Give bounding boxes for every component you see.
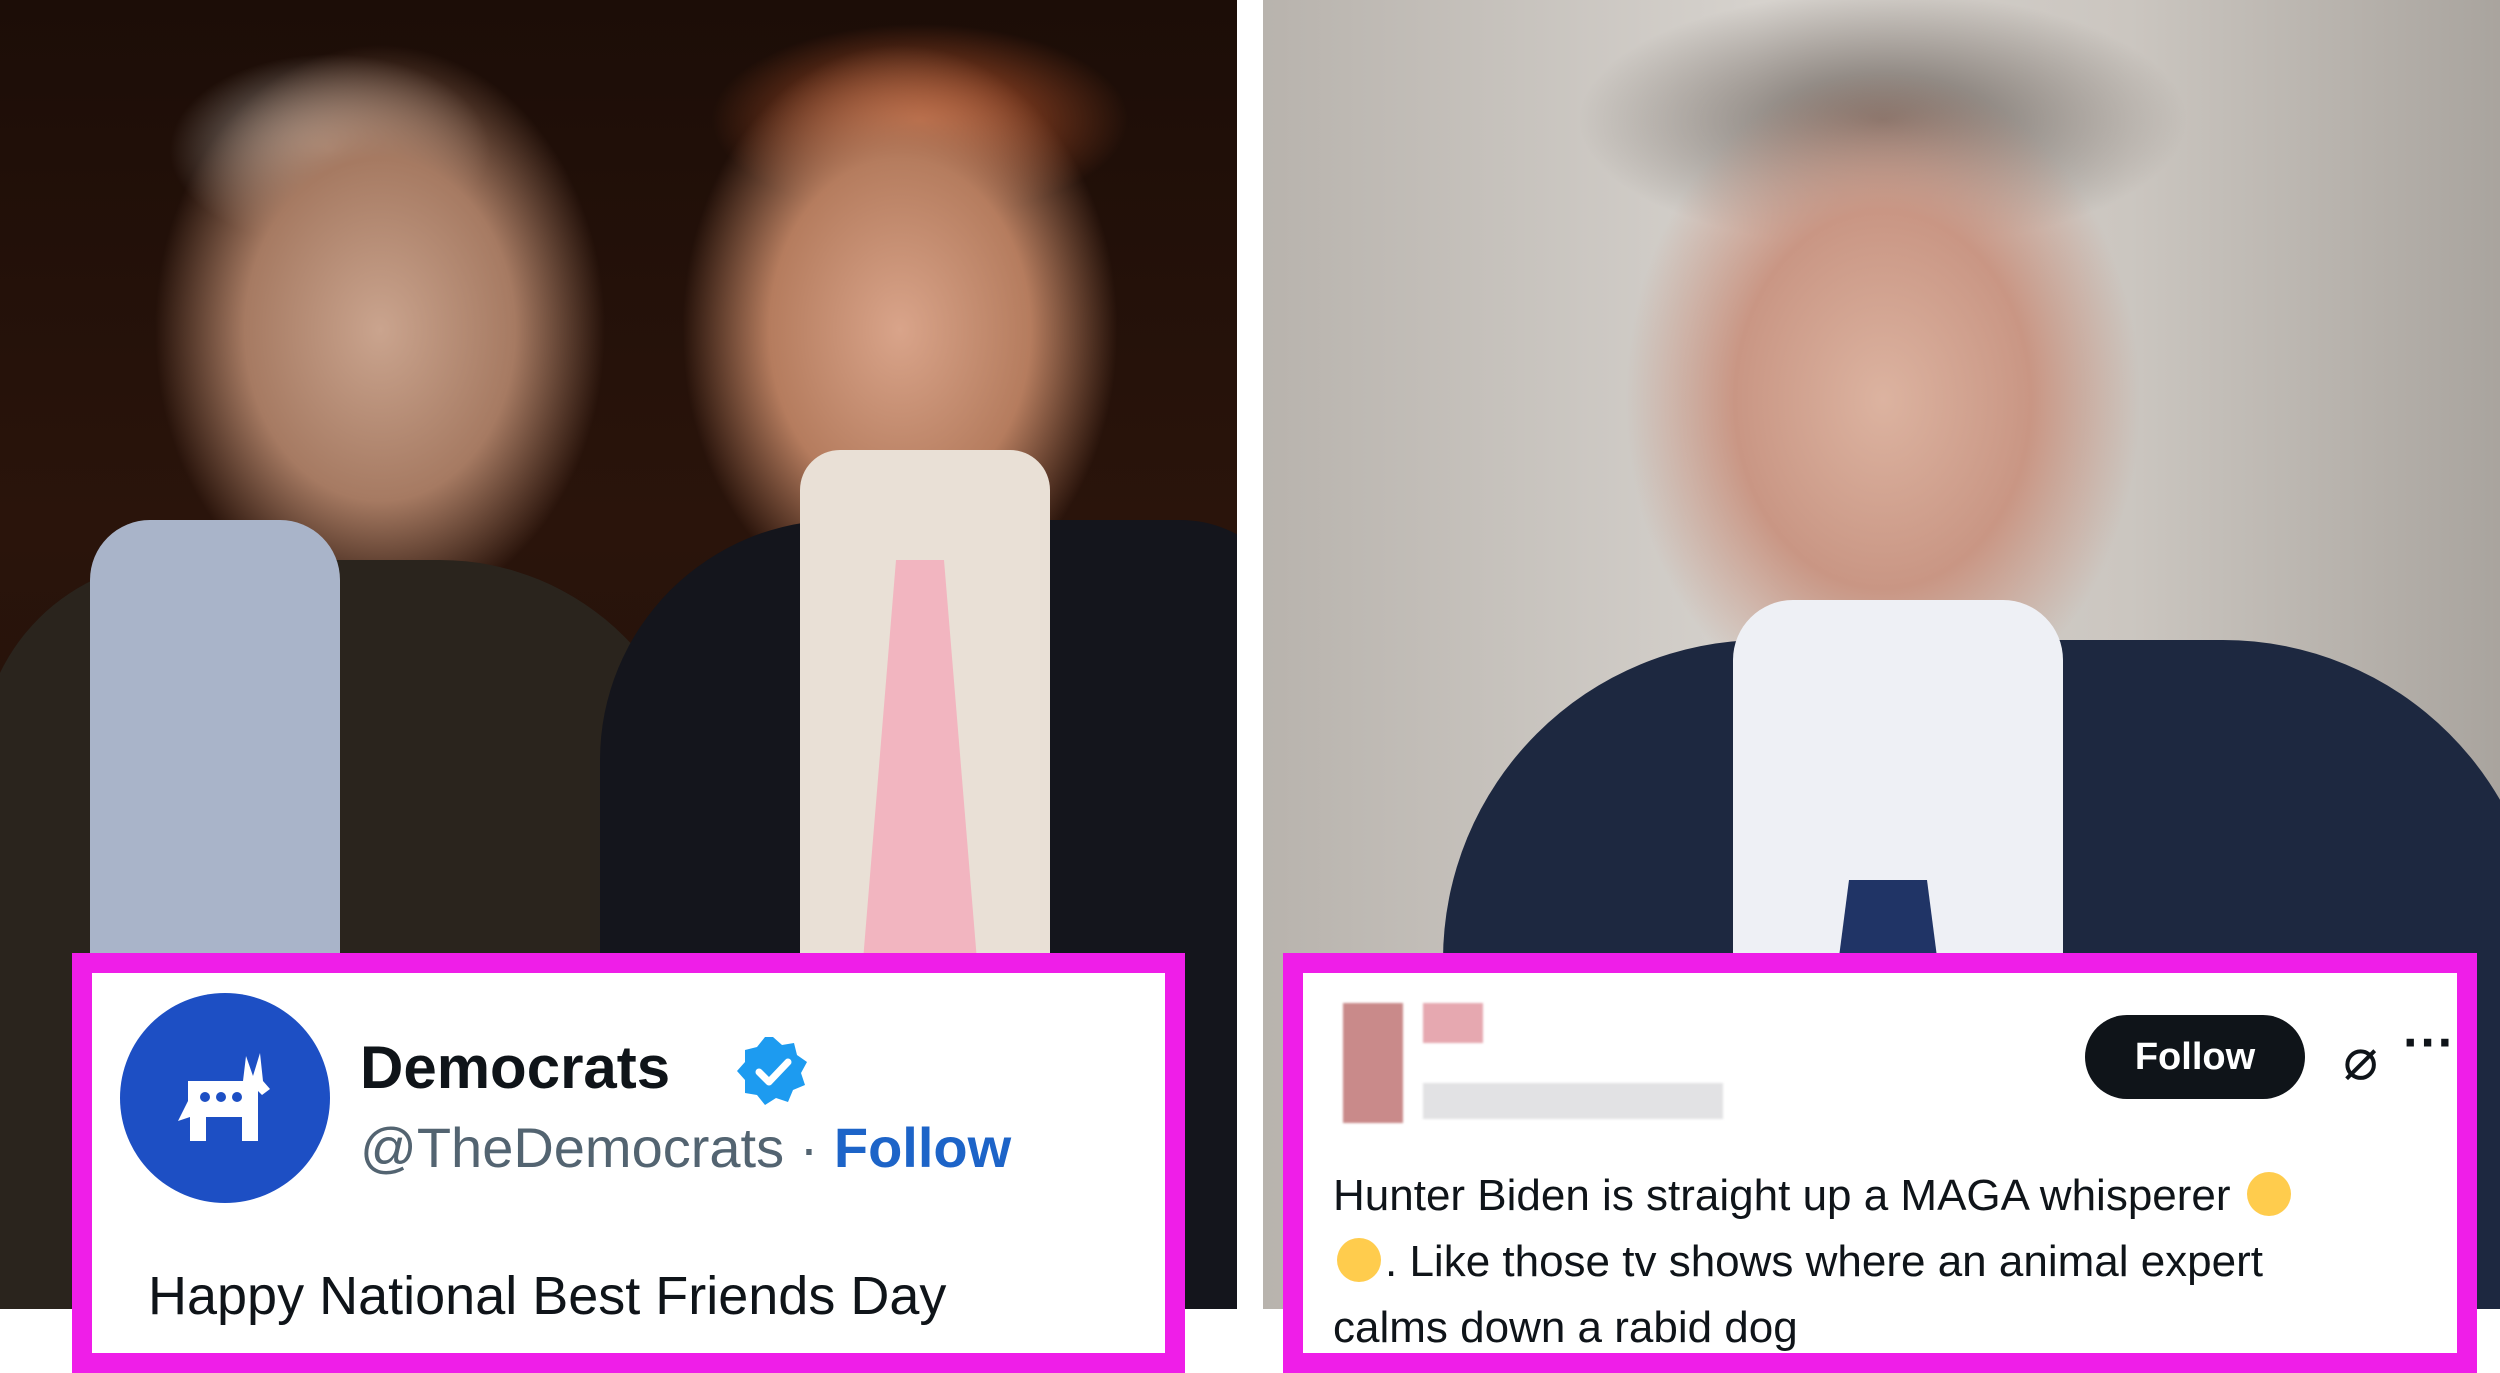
blurred-handle-block xyxy=(1423,1083,1723,1119)
tweet-text-line3: calms down a rabid dog xyxy=(1333,1303,1798,1352)
handle-row: @TheDemocrats · Follow xyxy=(360,1115,1011,1180)
loudly-crying-emoji-icon xyxy=(2246,1172,2291,1216)
follow-link[interactable]: Follow xyxy=(834,1116,1011,1179)
blurred-avatar xyxy=(1343,1003,1723,1131)
grok-icon[interactable]: ⌀ xyxy=(2343,1025,2378,1093)
tweet-text-line1: Hunter Biden is straight up a MAGA whisp… xyxy=(1333,1171,2231,1220)
left-person-shirt xyxy=(90,520,340,1020)
democrats-tweet-card: Democrats @TheDemocrats · Follow Happy N… xyxy=(72,953,1185,1373)
tweet-text: Happy National Best Friends Day xyxy=(148,1266,947,1326)
tweet-text-line2: . Like those tv shows where an animal ex… xyxy=(1385,1237,2264,1286)
blurred-user-tweet-card: Follow ⌀ ··· Hunter Biden is straight up… xyxy=(1283,953,2477,1373)
donkey-logo-icon xyxy=(178,1053,270,1141)
more-options-icon[interactable]: ··· xyxy=(2403,1013,2455,1073)
blurred-avatar-image xyxy=(1343,1003,1403,1123)
panel-divider xyxy=(1237,0,1263,1309)
account-name[interactable]: Democrats xyxy=(360,1033,670,1102)
tweet-text: Hunter Biden is straight up a MAGA whisp… xyxy=(1333,1163,2453,1353)
follow-button[interactable]: Follow xyxy=(2085,1015,2305,1099)
separator-dot: · xyxy=(799,1116,819,1179)
democrats-avatar[interactable] xyxy=(120,993,330,1203)
account-handle[interactable]: @TheDemocrats xyxy=(360,1116,784,1179)
verified-badge-icon xyxy=(737,1037,807,1105)
loudly-crying-emoji-icon xyxy=(1337,1238,1381,1282)
blurred-name-block xyxy=(1423,1003,1483,1043)
